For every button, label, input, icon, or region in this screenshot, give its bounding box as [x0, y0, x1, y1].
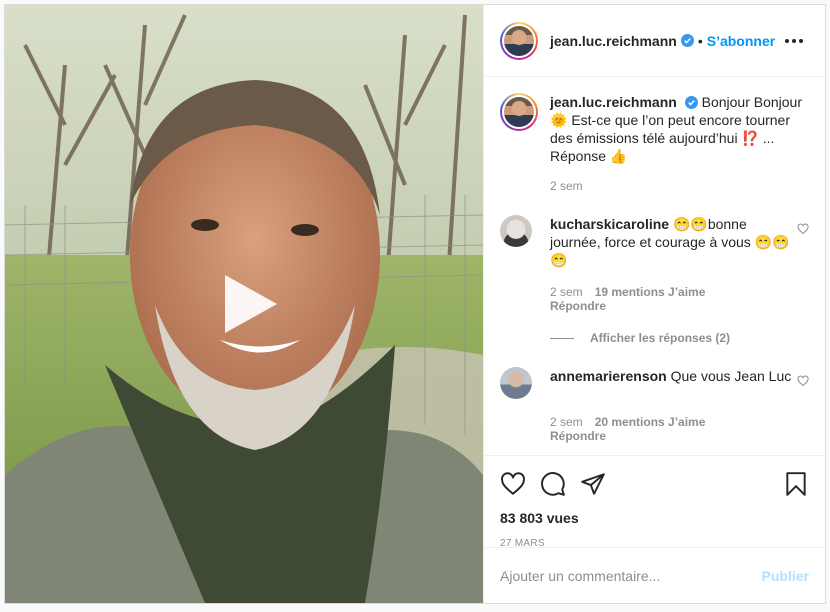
verified-badge-icon — [680, 34, 694, 47]
heart-icon[interactable] — [500, 471, 526, 497]
commenter-avatar[interactable] — [500, 367, 532, 399]
commenter-avatar[interactable] — [500, 215, 532, 247]
comment-item: kucharskicaroline 😁😁bonne journée, force… — [500, 215, 809, 269]
caption: jean.luc.reichmann Bonjour Bonjour 🌞 Est… — [500, 93, 809, 165]
share-icon[interactable] — [580, 471, 606, 497]
publish-button[interactable]: Publier — [762, 568, 809, 584]
comment-timestamp[interactable]: 2 sem — [550, 415, 583, 429]
like-comment-heart-icon[interactable] — [797, 223, 809, 235]
like-comment-heart-icon[interactable] — [797, 375, 809, 387]
comment-likes[interactable]: 20 mentions J’aime — [595, 415, 706, 429]
comment-meta: 2 sem 19 mentions J’aime Répondre — [550, 285, 809, 313]
comment-username[interactable]: annemarierenson — [550, 368, 667, 384]
more-options-icon[interactable] — [779, 33, 809, 49]
comments-list[interactable]: jean.luc.reichmann Bonjour Bonjour 🌞 Est… — [484, 77, 825, 455]
view-count[interactable]: 83 803 vues — [500, 510, 809, 526]
verified-badge-icon — [684, 96, 698, 109]
post-video[interactable] — [5, 5, 483, 603]
post-side-panel: jean.luc.reichmann • S’abonner jean.luc.… — [483, 5, 825, 603]
author-username[interactable]: jean.luc.reichmann — [550, 33, 677, 49]
comment-text: Que vous Jean Luc — [670, 368, 792, 384]
follow-button[interactable]: S’abonner — [707, 33, 775, 49]
view-replies-button[interactable]: Afficher les réponses (2) — [550, 331, 809, 345]
caption-author-avatar[interactable] — [500, 93, 538, 131]
comment-icon[interactable] — [540, 471, 566, 497]
separator-dot: • — [697, 32, 703, 49]
post-header: jean.luc.reichmann • S’abonner — [484, 5, 825, 77]
comment-composer: Publier — [484, 547, 825, 603]
comment-input[interactable] — [500, 567, 762, 584]
play-icon[interactable] — [217, 271, 283, 337]
author-avatar[interactable] — [500, 21, 538, 60]
comment-timestamp[interactable]: 2 sem — [550, 285, 583, 299]
comment-likes[interactable]: 19 mentions J’aime — [595, 285, 706, 299]
action-icons — [500, 464, 809, 504]
replies-divider — [550, 337, 574, 339]
comment-meta: 2 sem 20 mentions J’aime Répondre — [550, 415, 809, 443]
post-dialog: jean.luc.reichmann • S’abonner jean.luc.… — [4, 4, 826, 604]
caption-timestamp[interactable]: 2 sem — [550, 179, 583, 193]
caption-username[interactable]: jean.luc.reichmann — [550, 94, 677, 110]
caption-meta: 2 sem — [550, 179, 809, 193]
bookmark-icon[interactable] — [783, 471, 809, 497]
comment-item: annemarierenson Que vous Jean Luc — [500, 367, 809, 399]
reply-button[interactable]: Répondre — [550, 429, 809, 443]
comment-username[interactable]: kucharskicaroline — [550, 216, 669, 232]
view-replies-label[interactable]: Afficher les réponses (2) — [590, 331, 730, 345]
reply-button[interactable]: Répondre — [550, 299, 809, 313]
